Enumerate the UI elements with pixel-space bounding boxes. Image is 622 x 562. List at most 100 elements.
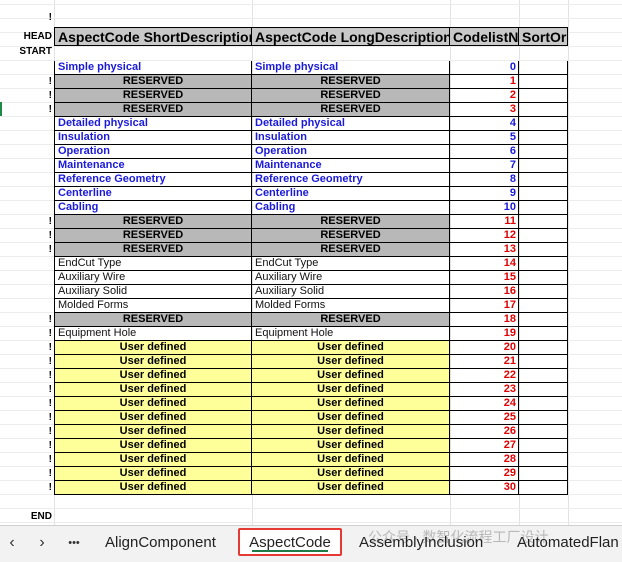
cell-sort-order[interactable] [519,397,568,411]
cell-codelist-number[interactable]: 20 [450,341,519,355]
cell-codelist-number[interactable]: 16 [450,285,519,299]
cell-long-description[interactable]: User defined [252,383,450,397]
chevron-left-icon[interactable]: ‹ [2,534,22,554]
cell-short-description[interactable]: User defined [54,481,252,495]
cell-codelist-number[interactable]: 0 [450,61,519,75]
cell-codelist-number[interactable]: 13 [450,243,519,257]
cell-long-description[interactable]: Detailed physical [252,117,450,131]
cell-codelist-number[interactable]: 4 [450,117,519,131]
cell-short-description[interactable]: RESERVED [54,229,252,243]
cell-long-description[interactable]: User defined [252,341,450,355]
cell-short-description[interactable]: User defined [54,369,252,383]
cell-long-description[interactable]: Auxiliary Wire [252,271,450,285]
cell-short-description[interactable]: Auxiliary Wire [54,271,252,285]
cell-codelist-number[interactable]: 29 [450,467,519,481]
cell-codelist-number[interactable]: 11 [450,215,519,229]
cell-codelist-number[interactable]: 30 [450,481,519,495]
tab-aspect-code[interactable]: AspectCode [238,528,342,556]
cell-codelist-number[interactable]: 2 [450,89,519,103]
cell-codelist-number[interactable]: 21 [450,355,519,369]
cell-sort-order[interactable] [519,75,568,89]
cell-sort-order[interactable] [519,453,568,467]
cell-short-description[interactable]: User defined [54,397,252,411]
cell-short-description[interactable]: RESERVED [54,215,252,229]
cell-long-description[interactable]: Insulation [252,131,450,145]
cell-sort-order[interactable] [519,439,568,453]
cell-short-description[interactable]: RESERVED [54,89,252,103]
cell-long-description[interactable]: Reference Geometry [252,173,450,187]
cell-short-description[interactable]: User defined [54,425,252,439]
cell-codelist-number[interactable]: 26 [450,425,519,439]
cell-codelist-number[interactable]: 19 [450,327,519,341]
cell-sort-order[interactable] [519,425,568,439]
cell-short-description[interactable]: User defined [54,453,252,467]
cell-long-description[interactable]: User defined [252,369,450,383]
header-long-description[interactable]: AspectCode LongDescription [252,27,450,46]
cell-short-description[interactable]: Auxiliary Solid [54,285,252,299]
cell-long-description[interactable]: Operation [252,145,450,159]
cell-short-description[interactable]: User defined [54,439,252,453]
cell-sort-order[interactable] [519,145,568,159]
cell-sort-order[interactable] [519,383,568,397]
cell-sort-order[interactable] [519,201,568,215]
cell-codelist-number[interactable]: 18 [450,313,519,327]
tab-assembly-inclusion[interactable]: AssemblyInclusion [359,526,483,562]
cell-sort-order[interactable] [519,327,568,341]
cell-sort-order[interactable] [519,285,568,299]
tab-align-component[interactable]: AlignComponent [105,526,216,562]
cell-short-description[interactable]: Operation [54,145,252,159]
cell-short-description[interactable]: RESERVED [54,313,252,327]
cell-codelist-number[interactable]: 24 [450,397,519,411]
cell-short-description[interactable]: User defined [54,341,252,355]
cell-long-description[interactable]: RESERVED [252,89,450,103]
cell-sort-order[interactable] [519,215,568,229]
cell-codelist-number[interactable]: 1 [450,75,519,89]
more-icon[interactable]: ••• [62,534,86,554]
header-codelist-number[interactable]: CodelistNumber [450,27,519,46]
cell-codelist-number[interactable]: 7 [450,159,519,173]
cell-long-description[interactable]: RESERVED [252,313,450,327]
cell-codelist-number[interactable]: 5 [450,131,519,145]
cell-long-description[interactable]: User defined [252,397,450,411]
cell-codelist-number[interactable]: 8 [450,173,519,187]
cell-sort-order[interactable] [519,313,568,327]
cell-long-description[interactable]: Simple physical [252,61,450,75]
cell-sort-order[interactable] [519,173,568,187]
cell-sort-order[interactable] [519,159,568,173]
cell-long-description[interactable]: RESERVED [252,103,450,117]
cell-sort-order[interactable] [519,187,568,201]
cell-short-description[interactable]: Reference Geometry [54,173,252,187]
cell-long-description[interactable]: EndCut Type [252,257,450,271]
cell-short-description[interactable]: RESERVED [54,103,252,117]
cell-long-description[interactable]: RESERVED [252,243,450,257]
spreadsheet-grid[interactable]: ! HEAD START AspectCode ShortDescription… [0,0,622,525]
cell-codelist-number[interactable]: 22 [450,369,519,383]
cell-long-description[interactable]: RESERVED [252,215,450,229]
cell-sort-order[interactable] [519,467,568,481]
cell-short-description[interactable]: Centerline [54,187,252,201]
cell-codelist-number[interactable]: 28 [450,453,519,467]
cell-codelist-number[interactable]: 6 [450,145,519,159]
cell-short-description[interactable]: RESERVED [54,243,252,257]
cell-codelist-number[interactable]: 23 [450,383,519,397]
cell-sort-order[interactable] [519,243,568,257]
cell-sort-order[interactable] [519,257,568,271]
cell-sort-order[interactable] [519,341,568,355]
cell-long-description[interactable]: Molded Forms [252,299,450,313]
cell-short-description[interactable]: User defined [54,383,252,397]
cell-short-description[interactable]: Insulation [54,131,252,145]
cell-sort-order[interactable] [519,229,568,243]
cell-long-description[interactable]: User defined [252,467,450,481]
cell-long-description[interactable]: RESERVED [252,229,450,243]
cell-long-description[interactable]: RESERVED [252,75,450,89]
cell-short-description[interactable]: User defined [54,411,252,425]
cell-codelist-number[interactable]: 25 [450,411,519,425]
header-short-description[interactable]: AspectCode ShortDescription [54,27,252,46]
cell-sort-order[interactable] [519,369,568,383]
cell-codelist-number[interactable]: 27 [450,439,519,453]
cell-short-description[interactable]: Equipment Hole [54,327,252,341]
cell-codelist-number[interactable]: 14 [450,257,519,271]
cell-sort-order[interactable] [519,103,568,117]
cell-short-description[interactable]: Molded Forms [54,299,252,313]
cell-long-description[interactable]: User defined [252,439,450,453]
